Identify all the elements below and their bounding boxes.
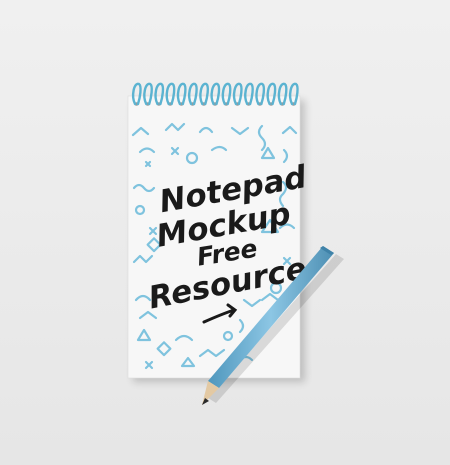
mockup-scene: Notepad Mockup Free Resource <box>0 0 450 465</box>
